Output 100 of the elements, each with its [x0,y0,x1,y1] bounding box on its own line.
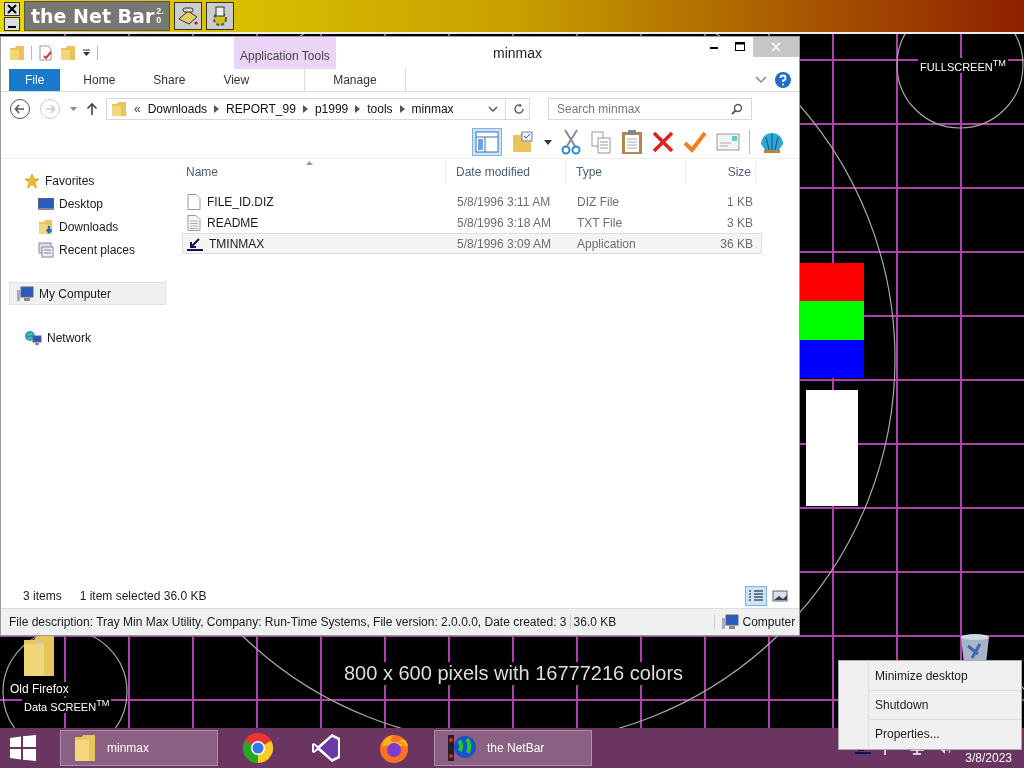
dropdown-caret-icon[interactable] [544,139,552,145]
ribbon-tab[interactable]: Home [68,69,131,91]
breadcrumb-arrow-icon[interactable] [399,105,405,113]
column-header[interactable]: Size [686,161,756,183]
nav-item[interactable]: Network [9,326,166,349]
folder-icon [111,101,127,117]
star-icon [24,172,40,189]
preview-pane-icon[interactable] [472,128,502,156]
ribbon-tab[interactable]: View [208,69,265,91]
type-cell-text: Application [576,236,637,251]
delete-icon[interactable] [652,131,674,153]
telephone-icon[interactable] [174,2,203,30]
computer-icon [720,614,739,630]
firefox-icon[interactable] [378,732,410,764]
date-cell-text: 5/8/1996 3:11 AM [456,194,552,209]
checkmark-icon[interactable] [683,131,707,153]
breadcrumb-item[interactable]: p1999 [314,102,349,116]
file-size: 36.0 KB [570,615,715,629]
shell-icon[interactable] [759,130,785,154]
resolution-text: 800 x 600 pixels with 16777216 colors [342,662,686,685]
size-cell-text: 3 KB [726,215,754,230]
sort-caret-icon [306,161,313,165]
context-tab-header: Application Tools [234,37,336,69]
back-icon[interactable] [9,98,31,120]
details-list-icon [748,589,764,603]
refresh-icon[interactable] [513,103,525,115]
brand-label: Data SCREEN$^{TM}$ [22,698,112,713]
recent-places-icon [38,241,54,258]
recent-caret-icon[interactable] [69,106,78,112]
size-cell-text: 36 KB [719,236,754,251]
file-name: TMINMAX [209,236,265,251]
file-row[interactable]: TMINMAX 5/8/1996 3:09 AM Application 36 KB [182,233,762,254]
windows-start-icon[interactable] [10,735,36,761]
blank-file-icon [187,193,201,210]
column-header[interactable]: Date modified [446,161,566,183]
nav-item[interactable]: Recent places [9,238,166,261]
tray-date[interactable]: 3/8/2023 [965,751,1012,765]
nav-item[interactable]: Downloads [9,215,166,238]
desktop-icon-label[interactable]: Old Firefox [8,682,71,696]
netbar-title: the Net Bar [31,5,155,27]
breadcrumb-item[interactable]: Downloads [147,102,208,116]
close-icon [771,42,781,52]
file-name: README [207,215,259,230]
menu-item[interactable]: Shutdown [868,690,1021,719]
chrome-icon[interactable] [242,732,274,764]
close-icon[interactable] [4,1,20,16]
type-cell-text: DIZ File [576,194,620,209]
text-file-icon [187,214,201,231]
file-row[interactable]: README 5/8/1996 3:18 AM TXT File 3 KB [182,212,762,233]
scissors-icon[interactable] [561,129,581,155]
ribbon-tab[interactable]: File [9,69,61,91]
taskbar-button[interactable]: the NetBar [434,730,592,766]
overflow-chevron[interactable]: « [134,102,141,116]
taskbar-button[interactable]: minmax [60,730,218,766]
selection-status: 1 item selected 36.0 KB [79,589,207,603]
maximize-icon [735,42,745,52]
nav-item[interactable]: My Computer [9,282,166,305]
item-count: 3 items [23,589,62,603]
expand-ribbon-icon[interactable] [755,76,767,84]
breadcrumb-arrow-icon[interactable] [355,105,361,113]
folder-icon[interactable] [22,634,57,678]
breadcrumb-item[interactable]: minmax [411,102,454,116]
date-cell-text: 5/8/1996 3:09 AM [456,236,553,251]
address-bar[interactable]: « Downloads REPORT_99 p1999 tools minmax [106,98,530,120]
globe-icon [447,733,477,763]
search-field[interactable]: Search minmax [548,98,752,120]
size-cell-text: 1 KB [726,194,754,209]
customize-caret-icon[interactable] [82,49,91,57]
minimize-icon[interactable] [4,16,20,31]
history-caret-icon[interactable] [488,105,498,113]
window-title: minmax [493,45,542,61]
file-name: FILE_ID.DIZ [207,194,274,209]
column-header[interactable]: Type [566,161,686,183]
breadcrumb-item[interactable]: REPORT_99 [226,102,296,116]
ribbon-tab[interactable]: Share [138,69,201,91]
properties-icon[interactable] [38,45,54,61]
date-cell-text: 5/8/1996 3:18 AM [456,215,553,230]
nav-item[interactable]: Favorites [9,169,166,192]
computer-icon [16,285,34,302]
up-icon[interactable] [86,102,98,116]
menu-item[interactable]: Properties... [868,719,1021,748]
file-row[interactable]: FILE_ID.DIZ 5/8/1996 3:11 AM DIZ File 1 KB [182,191,762,212]
pattern-label: FULLSCREEN$^{TM}$ [918,58,1008,73]
nav-item[interactable]: Desktop [9,192,166,215]
infinity-bracket-icon[interactable] [310,732,342,764]
ribbon-tab[interactable]: Manage [304,69,406,91]
search-icon[interactable] [731,103,743,115]
location-label: Computer [742,615,796,629]
breadcrumb-arrow-icon[interactable] [302,105,308,113]
folder-icon [73,733,97,763]
type-cell-text: TXT File [576,215,624,230]
menu-item[interactable]: Minimize desktop [868,662,1021,690]
clipboard-icon[interactable] [621,129,643,155]
netbar-version: 2.0 [156,7,165,25]
breadcrumb-item[interactable]: tools [367,102,393,116]
help-icon[interactable] [775,72,791,88]
network-icon [24,329,42,346]
breadcrumb-arrow-icon[interactable] [214,105,220,113]
desktop-icon [38,196,54,211]
gear-icon[interactable] [206,2,235,30]
